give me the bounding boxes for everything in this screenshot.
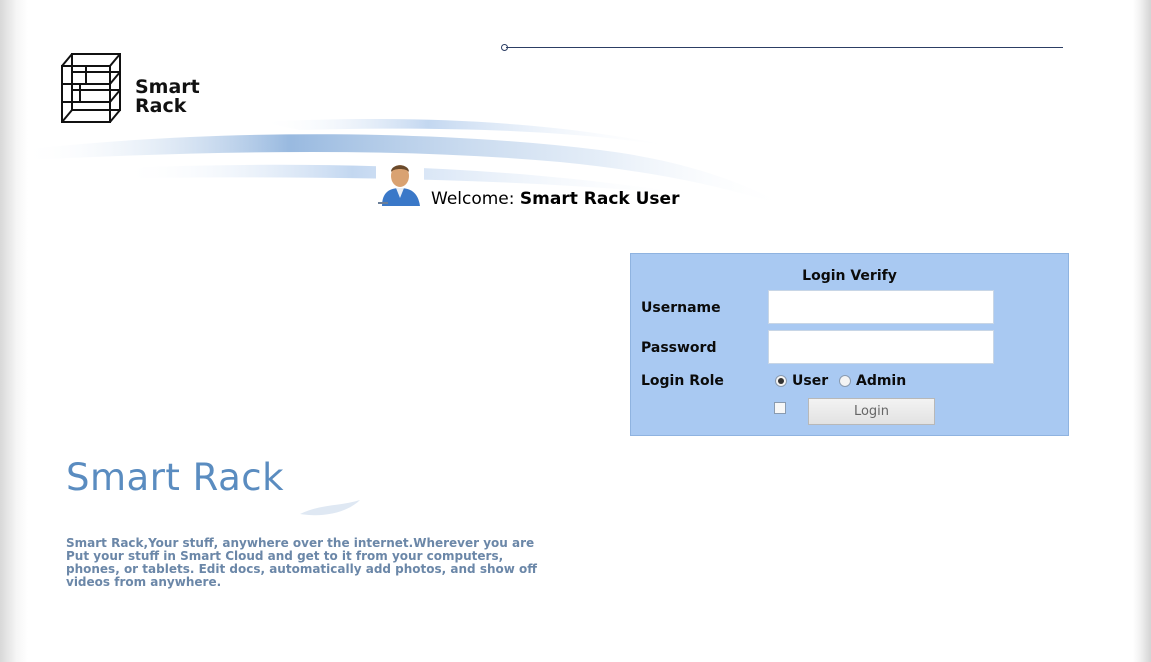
password-label: Password — [641, 340, 717, 356]
header-swoosh-decoration — [20, 119, 790, 208]
user-avatar-icon — [376, 158, 424, 208]
role-admin-label[interactable]: Admin — [856, 373, 906, 389]
brand-swirl-decoration — [300, 500, 360, 516]
role-admin-radio[interactable] — [838, 375, 851, 387]
remember-checkbox[interactable] — [774, 402, 786, 414]
header-line — [506, 47, 1063, 48]
welcome-username: Smart Rack User — [519, 189, 680, 209]
password-input[interactable] — [768, 330, 994, 364]
role-user-label[interactable]: User — [792, 373, 828, 389]
login-panel-title: Login Verify — [802, 268, 897, 284]
username-input[interactable] — [768, 290, 994, 324]
brand-title: Smart Rack — [66, 456, 285, 499]
right-shadow-border — [1133, 0, 1151, 662]
login-verify-panel: Login Verify Username Password Login Rol… — [630, 253, 1069, 436]
brand-description: Smart Rack,Your stuff, anywhere over the… — [66, 536, 537, 589]
welcome-message: Welcome: Smart Rack User — [431, 189, 679, 209]
login-role-options: User Admin — [775, 373, 906, 389]
welcome-prefix: Welcome: — [431, 189, 515, 209]
username-label: Username — [641, 300, 721, 316]
login-role-label: Login Role — [641, 373, 724, 389]
role-user-radio[interactable] — [775, 375, 787, 387]
login-button[interactable]: Login — [808, 398, 935, 425]
